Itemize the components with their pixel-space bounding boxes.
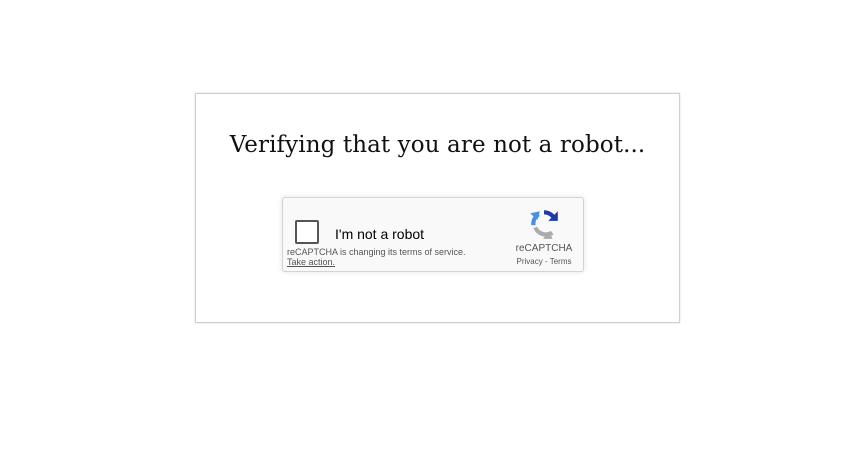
- page-heading: Verifying that you are not a robot...: [229, 132, 646, 158]
- terms-link[interactable]: Terms: [550, 257, 572, 266]
- recaptcha-checkbox-label[interactable]: I'm not a robot: [335, 226, 424, 242]
- verification-card: Verifying that you are not a robot... I'…: [195, 93, 680, 323]
- recaptcha-logo-icon: [530, 210, 558, 239]
- recaptcha-widget: I'm not a robot reCAPTCHA is changing it…: [282, 197, 584, 272]
- recaptcha-links: Privacy - Terms: [507, 257, 581, 266]
- privacy-link[interactable]: Privacy: [517, 257, 543, 266]
- recaptcha-checkbox[interactable]: [295, 220, 319, 244]
- terms-change-notice: reCAPTCHA is changing its terms of servi…: [287, 247, 466, 257]
- take-action-link[interactable]: Take action.: [287, 257, 335, 267]
- links-separator: -: [544, 257, 548, 266]
- recaptcha-brand: reCAPTCHA: [515, 243, 573, 254]
